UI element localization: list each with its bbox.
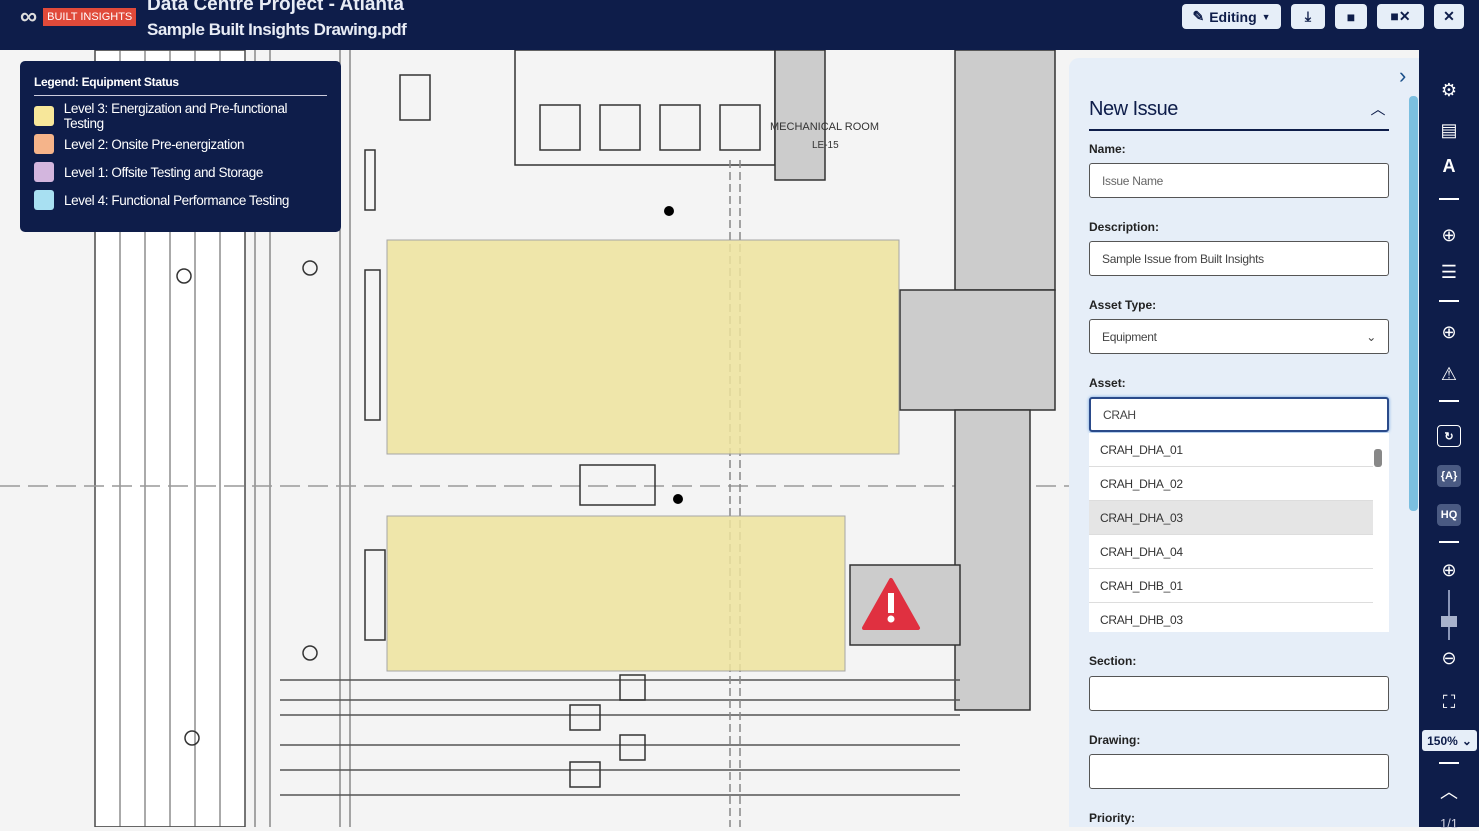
legend-item: Level 2: Onsite Pre-energization: [34, 130, 327, 158]
brand-label: BUILT INSIGHTS: [43, 8, 137, 26]
file-name: Sample Built Insights Drawing.pdf: [147, 20, 407, 39]
description-input[interactable]: Sample Issue from Built Insights: [1089, 241, 1389, 276]
drawing-input[interactable]: [1089, 754, 1389, 789]
zoom-level-select[interactable]: 150% ⌄: [1422, 730, 1477, 751]
panel-scrollbar[interactable]: [1409, 96, 1418, 511]
asset-option[interactable]: CRAH_DHA_04: [1089, 535, 1373, 569]
room-tag: LE-15: [812, 140, 839, 151]
add-asset-icon[interactable]: ⊕: [1419, 225, 1479, 246]
legend-item: Level 3: Energization and Pre-functional…: [34, 101, 327, 131]
header: ∞ BUILT INSIGHTS Data Centre Project - At…: [0, 0, 1479, 50]
zoom-in-icon[interactable]: ⊕: [1419, 560, 1479, 581]
legend-swatch: [34, 162, 54, 182]
refresh-icon[interactable]: ↻: [1437, 425, 1461, 447]
zoom-slider-handle[interactable]: [1441, 616, 1457, 627]
legend-swatch: [34, 190, 54, 210]
room-label: MECHANICAL ROOM: [770, 121, 879, 133]
asset-type-label: Asset Type:: [1089, 298, 1157, 312]
toolbar-divider: [1439, 762, 1459, 764]
hq-toggle-icon[interactable]: HQ: [1437, 504, 1461, 526]
legend-label: Level 2: Onsite Pre-energization: [64, 136, 245, 152]
add-location-icon[interactable]: ⊕: [1419, 322, 1479, 343]
issue-list-icon[interactable]: ⚠: [1419, 364, 1479, 385]
drawing-label: Drawing:: [1089, 733, 1141, 747]
legend-swatch: [34, 106, 54, 126]
asset-label: Asset:: [1089, 376, 1126, 390]
legend-label: Level 1: Offsite Testing and Storage: [64, 164, 263, 180]
asset-option[interactable]: CRAH_DHB_03: [1089, 603, 1373, 632]
legend-item: Level 1: Offsite Testing and Storage: [34, 158, 327, 186]
panel-title: New Issue ︿: [1089, 98, 1389, 131]
section-label: Section:: [1089, 654, 1137, 668]
asset-option[interactable]: CRAH_DHA_01: [1089, 433, 1373, 467]
chevron-down-icon: ⌄: [1366, 329, 1376, 344]
new-issue-panel: › New Issue ︿ Name: Issue Name Descriptio…: [1069, 58, 1419, 827]
edit-icon: ✎: [1192, 8, 1205, 24]
asset-option[interactable]: CRAH_DHA_03: [1089, 501, 1373, 535]
save-close-button[interactable]: ■✕: [1377, 4, 1424, 29]
close-button[interactable]: ✕: [1434, 4, 1464, 29]
editing-mode-dropdown[interactable]: ✎ Editing ▼: [1182, 4, 1281, 29]
page-indicator: 1/1: [1439, 816, 1459, 831]
close-icon: ✕: [1443, 8, 1455, 24]
toolbar-divider: [1439, 400, 1459, 402]
asset-type-select[interactable]: Equipment ⌄: [1089, 319, 1389, 354]
legend-title: Legend: Equipment Status: [34, 75, 327, 96]
asset-option[interactable]: CRAH_DHB_01: [1089, 569, 1373, 603]
save-icon: ■: [1346, 8, 1356, 25]
document-icon[interactable]: ▤: [1419, 120, 1479, 141]
toolbar-divider: [1439, 541, 1459, 543]
section-input[interactable]: [1089, 676, 1389, 711]
legend-swatch: [34, 134, 54, 154]
save-button[interactable]: ■: [1335, 4, 1367, 29]
text-annotation-icon[interactable]: A: [1419, 156, 1479, 177]
legend-label: Level 3: Energization and Pre-functional…: [63, 101, 288, 131]
asset-search-input[interactable]: CRAH: [1089, 397, 1389, 432]
name-label: Name:: [1089, 142, 1126, 156]
legend-item: Level 4: Functional Performance Testing: [34, 186, 327, 214]
infinity-icon: ∞: [20, 3, 38, 30]
filter-list-icon[interactable]: ☰: [1419, 262, 1479, 283]
toolbar-divider: [1439, 198, 1459, 200]
right-toolbar: ⚙ ▤ A ⊕ ☰ ⊕ ⚠ ↻ {A} HQ ⊕ ⊖ ⛶ 150% ⌄ ︿ 1/1: [1419, 50, 1479, 831]
dropdown-scrollbar[interactable]: [1374, 449, 1382, 467]
collapse-panel-chevron-icon[interactable]: ›: [1399, 63, 1406, 89]
zoom-slider-track[interactable]: [1448, 590, 1450, 640]
priority-label: Priority:: [1089, 811, 1136, 825]
chevron-up-icon[interactable]: ︿: [1370, 98, 1385, 119]
previous-page-chevron-icon[interactable]: ︿: [1419, 778, 1479, 804]
project-title: Data Centre Project - Atlanta: [147, 0, 404, 15]
fullscreen-icon[interactable]: ⛶: [1419, 692, 1479, 713]
asset-dropdown-list: CRAH_DHA_01 CRAH_DHA_02 CRAH_DHA_03 CRAH…: [1089, 433, 1389, 632]
logo: ∞ BUILT INSIGHTS: [20, 3, 137, 30]
legend-label: Level 4: Functional Performance Testing: [64, 192, 290, 208]
caret-down-icon: ▼: [1261, 11, 1271, 22]
ocr-text-icon[interactable]: {A}: [1437, 465, 1461, 487]
asset-option[interactable]: CRAH_DHA_02: [1089, 467, 1373, 501]
issue-name-input[interactable]: Issue Name: [1089, 163, 1389, 198]
save-close-icon: ■✕: [1390, 8, 1411, 24]
equipment-status-legend: Legend: Equipment Status Level 3: Energi…: [20, 61, 341, 232]
settings-gear-icon[interactable]: ⚙: [1419, 80, 1479, 101]
download-icon: ⤓: [1304, 8, 1312, 24]
download-button[interactable]: ⤓: [1291, 4, 1325, 29]
zoom-out-icon[interactable]: ⊖: [1419, 648, 1479, 669]
toolbar-divider: [1439, 300, 1459, 302]
description-label: Description:: [1089, 220, 1160, 234]
chevron-down-icon: ⌄: [1461, 733, 1472, 748]
